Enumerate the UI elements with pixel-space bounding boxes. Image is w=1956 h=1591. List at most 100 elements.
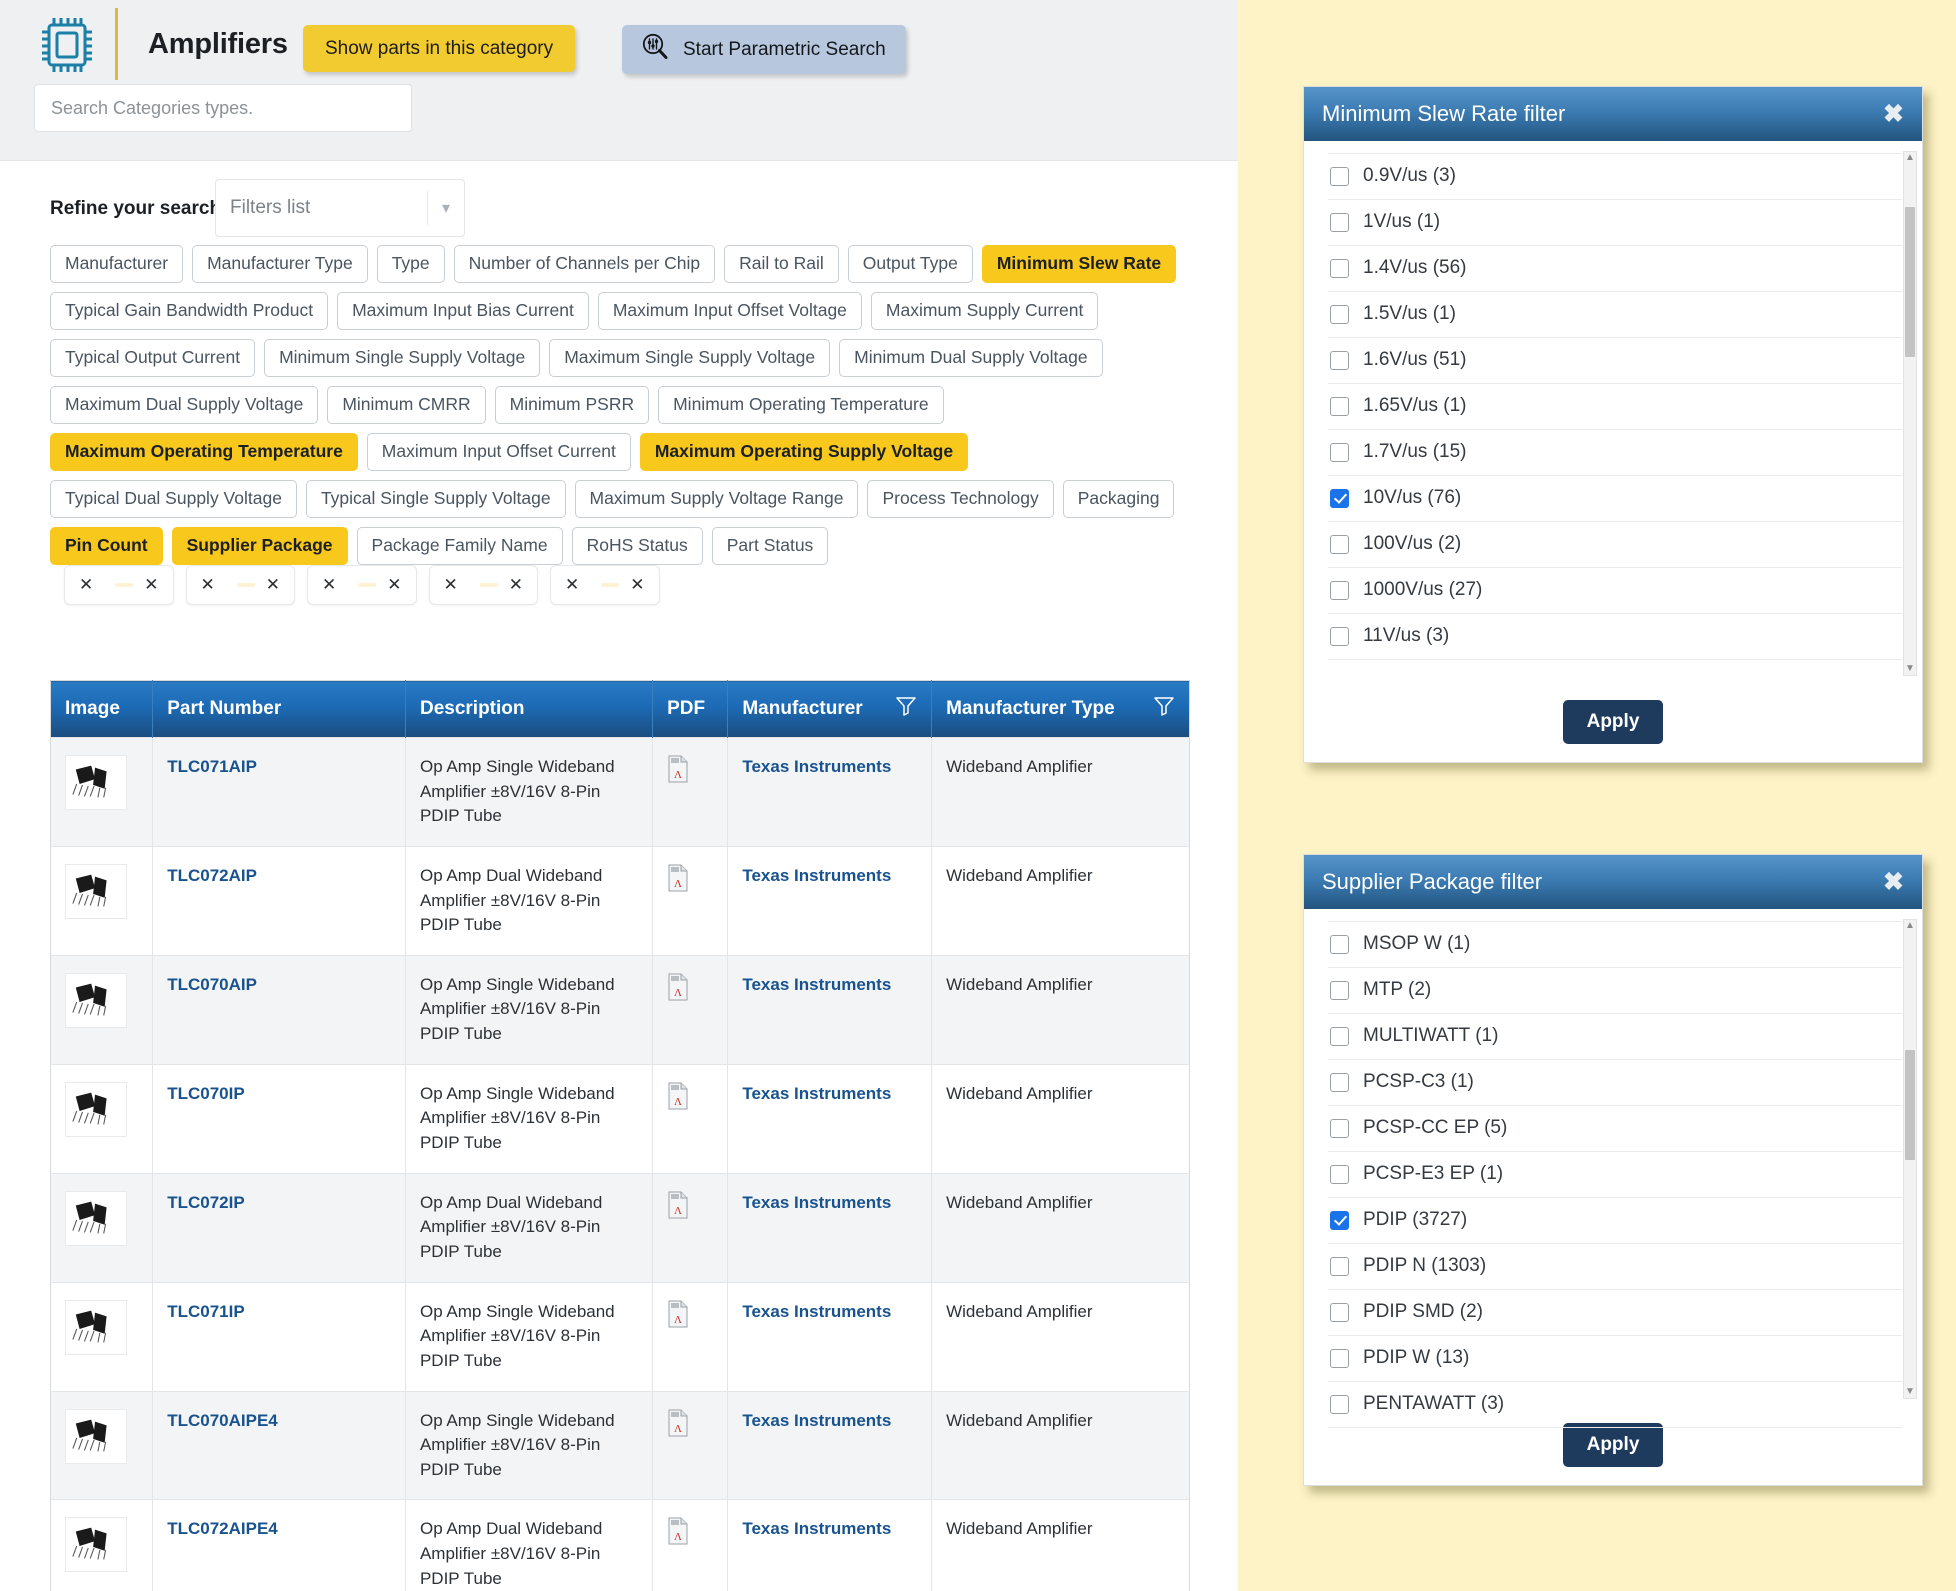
- manufacturer-link[interactable]: Texas Instruments: [742, 1519, 891, 1538]
- selected-filter-chip[interactable]: ✕ ✕: [185, 565, 295, 605]
- filter-option-row[interactable]: MSOP W (1): [1328, 921, 1902, 968]
- checkbox[interactable]: [1330, 1026, 1349, 1046]
- filter-funnel-icon[interactable]: [1153, 695, 1175, 723]
- filter-tag[interactable]: Manufacturer Type: [192, 245, 368, 283]
- filter-tag[interactable]: Maximum Operating Supply Voltage: [639, 433, 969, 471]
- filters-list-select[interactable]: Filters list ▾: [215, 179, 465, 237]
- filter-option-row[interactable]: PDIP W (13): [1328, 1336, 1902, 1382]
- part-number-link[interactable]: TLC072IP: [167, 1193, 244, 1212]
- table-row[interactable]: TLC070AIP Op Amp Single Wideband Amplifie…: [50, 954, 1190, 1065]
- filter-funnel-icon[interactable]: [895, 695, 917, 723]
- checkbox[interactable]: [1330, 1256, 1349, 1276]
- filter-tag[interactable]: Number of Channels per Chip: [453, 245, 716, 283]
- filter-tag[interactable]: Rail to Rail: [724, 245, 839, 283]
- panel-scrollbar[interactable]: ▲ ▼: [1903, 919, 1917, 1399]
- checkbox[interactable]: [1330, 1348, 1349, 1368]
- table-row[interactable]: TLC072AIPE4 Op Amp Dual Wideband Amplifie…: [50, 1499, 1190, 1591]
- clear-chip-value-icon[interactable]: ✕: [509, 575, 523, 595]
- filter-option-row[interactable]: 100V/us (2): [1328, 522, 1902, 568]
- checkbox[interactable]: [1330, 534, 1349, 554]
- filter-tag[interactable]: Output Type: [847, 245, 973, 283]
- checkbox[interactable]: [1330, 350, 1349, 370]
- apply-button[interactable]: Apply: [1562, 1423, 1664, 1467]
- manufacturer-link[interactable]: Texas Instruments: [742, 1411, 891, 1430]
- filter-tag[interactable]: RoHS Status: [571, 527, 703, 565]
- filter-tag[interactable]: Type: [376, 245, 445, 283]
- scroll-up-icon[interactable]: ▲: [1904, 920, 1916, 932]
- checkbox[interactable]: [1330, 580, 1349, 600]
- manufacturer-link[interactable]: Texas Instruments: [742, 975, 891, 994]
- clear-chip-value-icon[interactable]: ✕: [266, 575, 280, 595]
- filter-option-row[interactable]: 1.7V/us (15): [1328, 430, 1902, 476]
- scroll-down-icon[interactable]: ▼: [1904, 1386, 1916, 1398]
- selected-filter-chip[interactable]: ✕ ✕: [64, 565, 174, 605]
- start-parametric-search-button[interactable]: Start Parametric Search: [622, 25, 906, 74]
- checkbox[interactable]: [1330, 488, 1349, 508]
- filter-tag[interactable]: Pin Count: [50, 527, 163, 565]
- checkbox[interactable]: [1330, 1394, 1349, 1414]
- remove-chip-icon[interactable]: ✕: [565, 575, 579, 595]
- filter-tag[interactable]: Typical Output Current: [50, 339, 256, 377]
- manufacturer-link[interactable]: Texas Instruments: [742, 1084, 891, 1103]
- filter-tag[interactable]: Supplier Package: [171, 527, 348, 565]
- checkbox[interactable]: [1330, 258, 1349, 278]
- filter-tag[interactable]: Minimum PSRR: [494, 386, 650, 424]
- clear-chip-value-icon[interactable]: ✕: [387, 575, 401, 595]
- filter-tag[interactable]: Part Status: [711, 527, 829, 565]
- selected-filter-chip[interactable]: ✕ ✕: [307, 565, 417, 605]
- manufacturer-link[interactable]: Texas Instruments: [742, 757, 891, 776]
- checkbox[interactable]: [1330, 1210, 1349, 1230]
- clear-chip-value-icon[interactable]: ✕: [144, 575, 158, 595]
- filter-option-row[interactable]: 1.4V/us (56): [1328, 246, 1902, 292]
- filter-option-row[interactable]: 11V/us (3): [1328, 614, 1902, 660]
- filter-tag[interactable]: Maximum Input Offset Voltage: [597, 292, 862, 330]
- checkbox[interactable]: [1330, 1302, 1349, 1322]
- pdf-icon[interactable]: Λ: [667, 1082, 689, 1114]
- selected-filter-chip[interactable]: ✕ ✕: [428, 565, 538, 605]
- filter-tag[interactable]: Package Family Name: [356, 527, 563, 565]
- scroll-down-icon[interactable]: ▼: [1904, 663, 1916, 675]
- filter-option-row[interactable]: 1.6V/us (51): [1328, 338, 1902, 384]
- checkbox[interactable]: [1330, 304, 1349, 324]
- table-row[interactable]: TLC071IP Op Amp Single Wideband Amplifier…: [50, 1281, 1190, 1392]
- pdf-icon[interactable]: Λ: [667, 1517, 689, 1549]
- table-row[interactable]: TLC071AIP Op Amp Single Wideband Amplifie…: [50, 737, 1190, 847]
- table-row[interactable]: TLC070AIPE4 Op Amp Single Wideband Amplif…: [50, 1390, 1190, 1500]
- filter-option-row[interactable]: 1.5V/us (1): [1328, 292, 1902, 338]
- clear-chip-value-icon[interactable]: ✕: [630, 575, 644, 595]
- panel-scrollbar[interactable]: ▲ ▼: [1903, 151, 1917, 676]
- filter-tag[interactable]: Typical Dual Supply Voltage: [50, 480, 297, 518]
- filter-option-row[interactable]: 1000V/us (27): [1328, 568, 1902, 614]
- filter-tag[interactable]: Minimum Dual Supply Voltage: [839, 339, 1103, 377]
- close-icon[interactable]: ✖: [1883, 869, 1904, 895]
- table-row[interactable]: TLC072IP Op Amp Dual Wideband Amplifier ±…: [50, 1172, 1190, 1283]
- checkbox[interactable]: [1330, 1118, 1349, 1138]
- filter-option-row[interactable]: 1.65V/us (1): [1328, 384, 1902, 430]
- remove-chip-icon[interactable]: ✕: [201, 575, 215, 595]
- filter-tag[interactable]: Typical Single Supply Voltage: [305, 480, 566, 518]
- selected-filter-chip[interactable]: ✕ ✕: [550, 565, 660, 605]
- filter-tag[interactable]: Maximum Supply Current: [870, 292, 1099, 330]
- part-number-link[interactable]: TLC072AIP: [167, 866, 257, 885]
- filter-tag[interactable]: Packaging: [1062, 480, 1175, 518]
- table-row[interactable]: TLC072AIP Op Amp Dual Wideband Amplifier …: [50, 845, 1190, 956]
- part-number-link[interactable]: TLC071AIP: [167, 757, 257, 776]
- checkbox[interactable]: [1330, 1072, 1349, 1092]
- filter-tag[interactable]: Minimum Single Supply Voltage: [264, 339, 541, 377]
- pdf-icon[interactable]: Λ: [667, 864, 689, 896]
- scroll-up-icon[interactable]: ▲: [1904, 152, 1916, 164]
- scroll-thumb[interactable]: [1905, 1050, 1915, 1160]
- checkbox[interactable]: [1330, 1164, 1349, 1184]
- filter-option-row[interactable]: PCSP-C3 (1): [1328, 1060, 1902, 1106]
- apply-button[interactable]: Apply: [1562, 700, 1664, 744]
- scroll-thumb[interactable]: [1905, 207, 1915, 357]
- filter-tag[interactable]: Minimum Operating Temperature: [658, 386, 944, 424]
- search-input[interactable]: [34, 84, 412, 132]
- part-number-link[interactable]: TLC070IP: [167, 1084, 244, 1103]
- filter-tag[interactable]: Maximum Input Offset Current: [366, 433, 631, 471]
- pdf-icon[interactable]: Λ: [667, 973, 689, 1005]
- filter-tag[interactable]: Maximum Dual Supply Voltage: [50, 386, 319, 424]
- checkbox[interactable]: [1330, 212, 1349, 232]
- checkbox[interactable]: [1330, 934, 1349, 954]
- close-icon[interactable]: ✖: [1883, 101, 1904, 127]
